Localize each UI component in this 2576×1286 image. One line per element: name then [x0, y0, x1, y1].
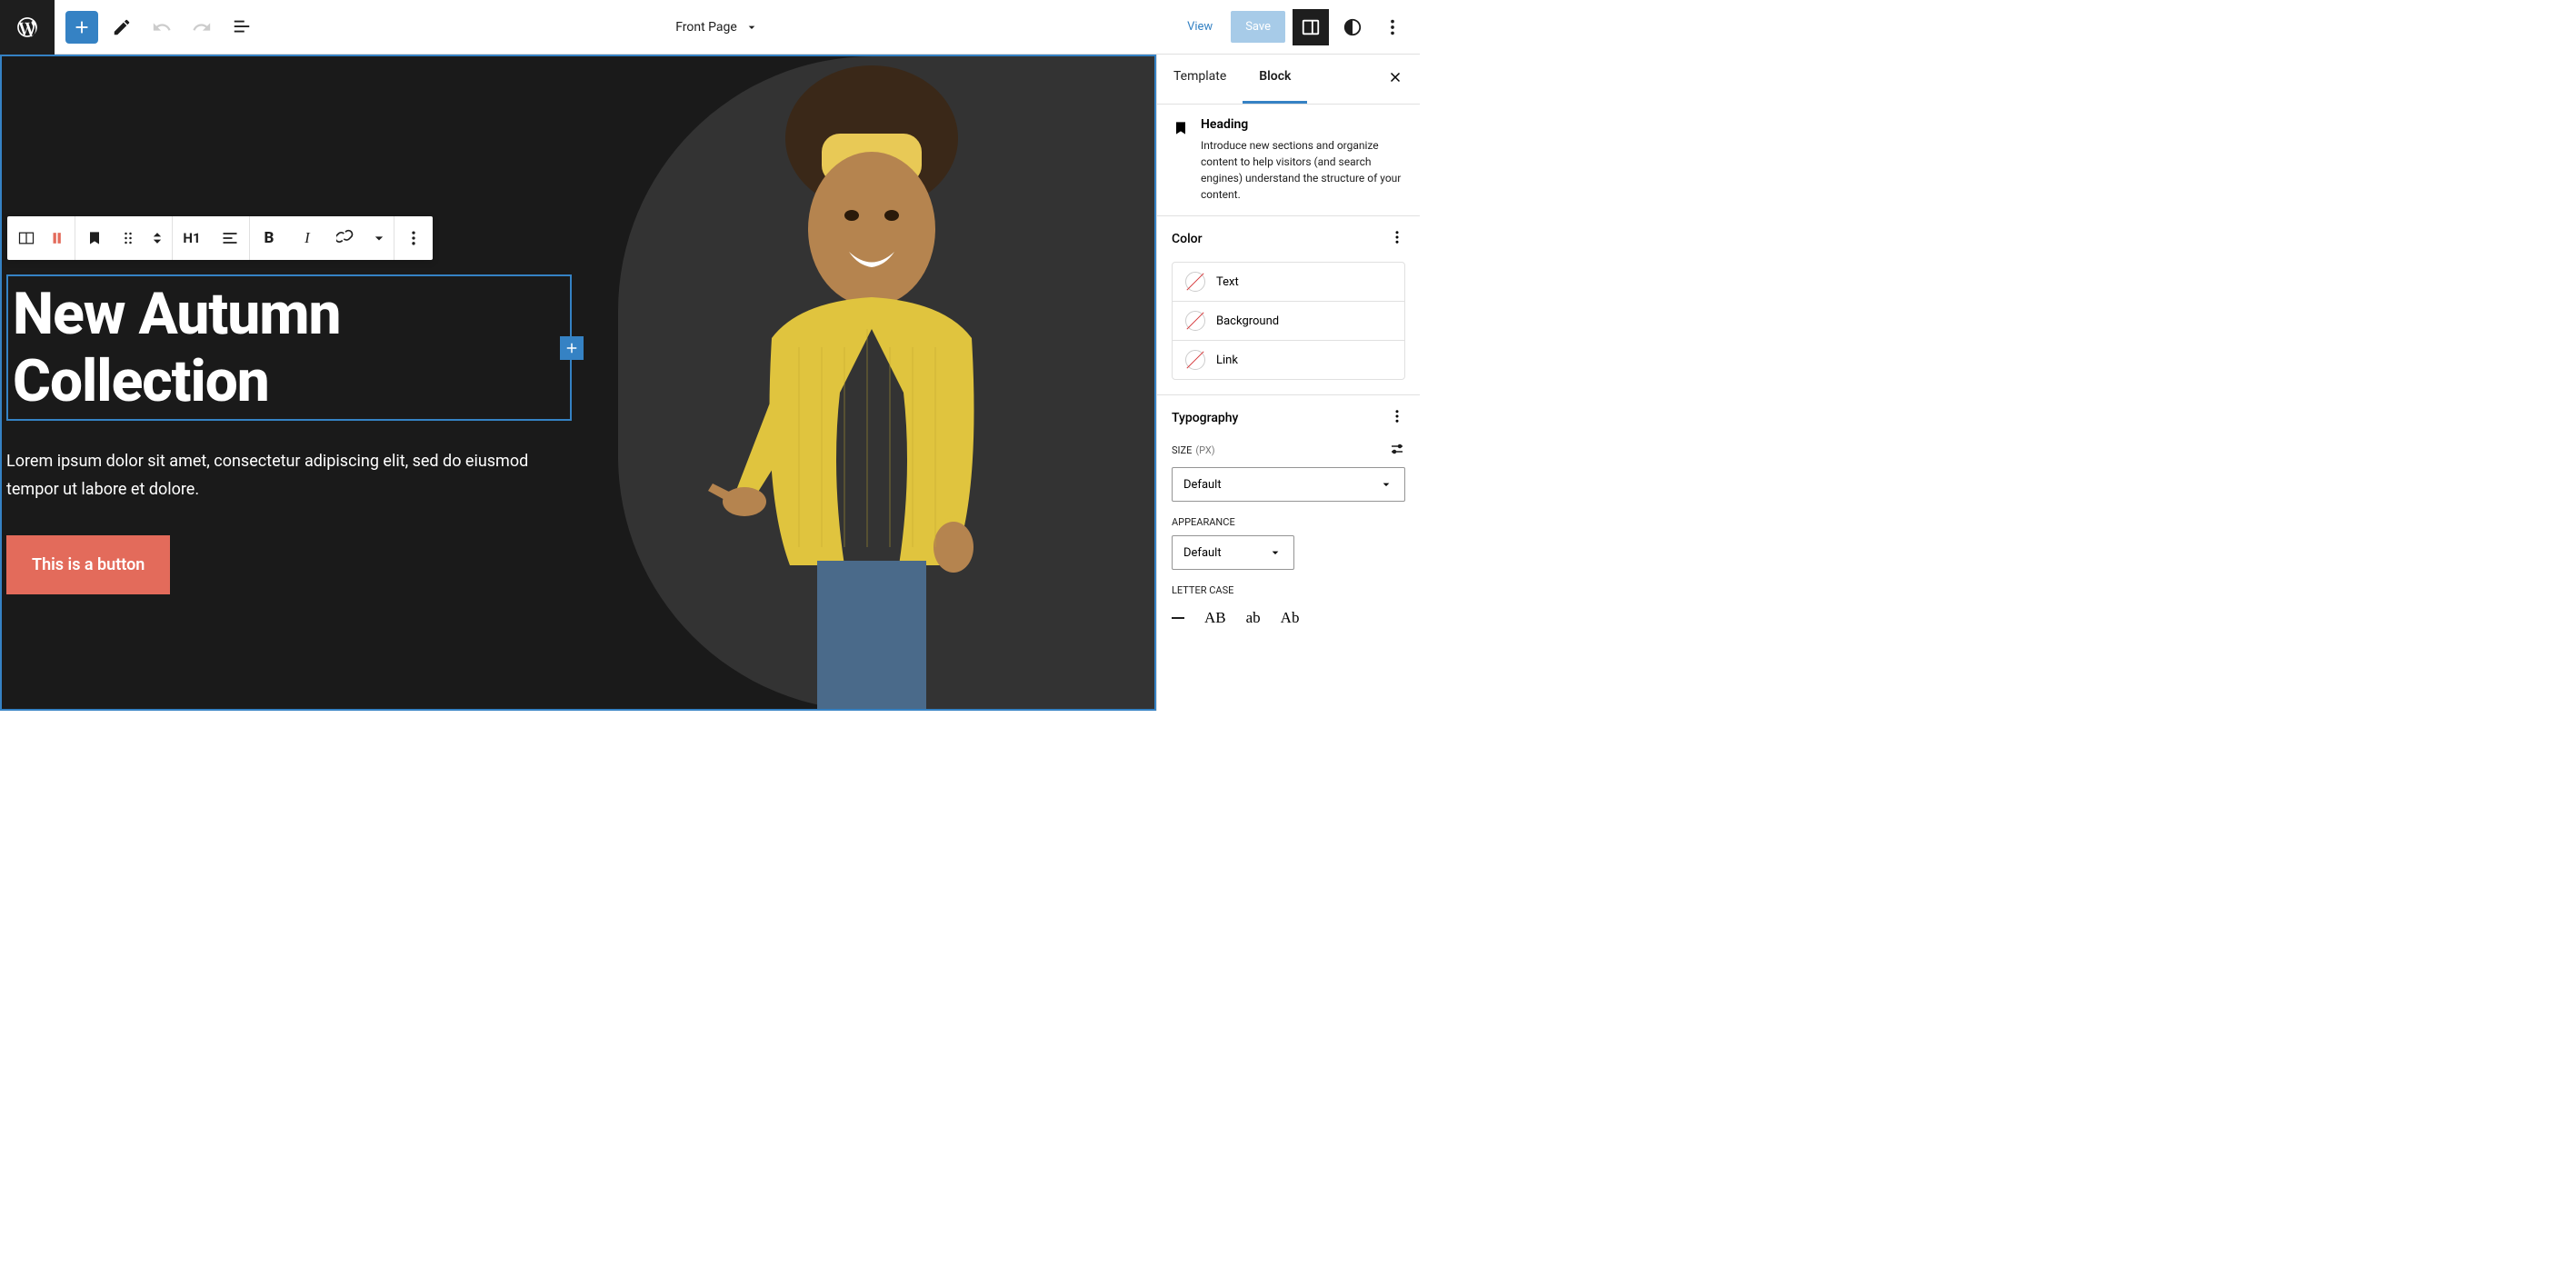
block-options-button[interactable]: [394, 216, 433, 260]
color-options-button[interactable]: [1389, 229, 1405, 249]
paragraph-block[interactable]: Lorem ipsum dolor sit amet, consectetur …: [6, 448, 552, 503]
settings-sidebar: Template Block Heading Introduce new sec…: [1156, 55, 1420, 711]
appearance-select[interactable]: Default: [1172, 535, 1294, 570]
page-title-text: Front Page: [675, 20, 737, 35]
add-block-inline-button[interactable]: [560, 336, 584, 360]
align-button[interactable]: [211, 216, 249, 260]
size-unit: (PX): [1195, 444, 1214, 456]
top-bar: Front Page View Save: [0, 0, 1420, 55]
wordpress-logo[interactable]: [0, 0, 55, 55]
sidebar-tabs: Template Block: [1157, 55, 1420, 105]
color-section-title: Color: [1172, 232, 1203, 246]
canvas-left-column: New Autumn Collection Lorem ipsum dolor …: [2, 56, 590, 709]
save-button: Save: [1231, 11, 1285, 43]
heading-icon: [1172, 117, 1190, 203]
empty-swatch-icon: [1185, 272, 1205, 292]
heading-block[interactable]: New Autumn Collection: [6, 274, 572, 421]
chevron-down-icon: [744, 20, 759, 35]
link-button[interactable]: [326, 216, 364, 260]
main-area: H1 B I New Autumn Collection: [0, 55, 1420, 711]
letter-case-capitalize[interactable]: Ab: [1281, 609, 1300, 627]
heading-block-icon[interactable]: [75, 216, 114, 260]
parent-block-icon[interactable]: [45, 216, 75, 260]
close-sidebar-button[interactable]: [1371, 55, 1420, 104]
typography-options-button[interactable]: [1389, 408, 1405, 428]
font-size-select[interactable]: Default: [1172, 467, 1405, 502]
block-title-label: Heading: [1201, 117, 1405, 132]
heading-level-button[interactable]: H1: [173, 216, 211, 260]
italic-button[interactable]: I: [288, 216, 326, 260]
column-block-icon[interactable]: [7, 216, 45, 260]
document-overview-button[interactable]: [225, 11, 258, 44]
block-toolbar: H1 B I: [7, 216, 433, 260]
block-info-section: Heading Introduce new sections and organ…: [1157, 105, 1420, 216]
typography-section-title: Typography: [1172, 411, 1238, 425]
move-updown-button[interactable]: [143, 216, 172, 260]
page-title-area[interactable]: Front Page: [269, 20, 1165, 35]
appearance-label: APPEARANCE: [1172, 516, 1235, 528]
options-menu-button[interactable]: [1376, 11, 1409, 44]
empty-swatch-icon: [1185, 311, 1205, 331]
letter-case-row: AB ab Ab: [1172, 603, 1405, 633]
size-custom-toggle[interactable]: [1389, 441, 1405, 460]
letter-case-upper[interactable]: AB: [1204, 609, 1226, 627]
person-illustration: [663, 56, 1081, 711]
color-background-button[interactable]: Background: [1173, 302, 1404, 341]
typography-panel: Typography SIZE (PX) Default: [1157, 395, 1420, 645]
size-label: SIZE: [1172, 444, 1192, 456]
block-description: Introduce new sections and organize cont…: [1201, 137, 1405, 203]
settings-panel-toggle[interactable]: [1293, 9, 1329, 45]
undo-button[interactable]: [145, 11, 178, 44]
color-list: Text Background Link: [1172, 262, 1405, 380]
color-link-button[interactable]: Link: [1173, 341, 1404, 379]
bold-button[interactable]: B: [250, 216, 288, 260]
top-left-controls: [55, 11, 269, 44]
letter-case-lower[interactable]: ab: [1246, 609, 1261, 627]
chevron-down-icon: [1379, 477, 1393, 492]
edit-mode-button[interactable]: [105, 11, 138, 44]
letter-case-none[interactable]: [1172, 617, 1184, 619]
view-button[interactable]: View: [1176, 13, 1223, 41]
hero-image[interactable]: [590, 56, 1155, 709]
cta-button[interactable]: This is a button: [6, 535, 170, 594]
color-text-button[interactable]: Text: [1173, 263, 1404, 302]
color-panel: Color Text Background Link: [1157, 216, 1420, 395]
add-block-button[interactable]: [65, 11, 98, 44]
letter-case-label: LETTER CASE: [1172, 584, 1233, 596]
redo-button[interactable]: [185, 11, 218, 44]
tab-block[interactable]: Block: [1243, 55, 1307, 104]
canvas-content: New Autumn Collection Lorem ipsum dolor …: [2, 56, 1154, 709]
heading-text[interactable]: New Autumn Collection: [13, 281, 565, 414]
chevron-down-icon: [1268, 545, 1283, 560]
tab-template[interactable]: Template: [1157, 55, 1243, 104]
styles-button[interactable]: [1336, 11, 1369, 44]
top-right-controls: View Save: [1165, 9, 1420, 45]
more-formatting-button[interactable]: [364, 216, 394, 260]
empty-swatch-icon: [1185, 350, 1205, 370]
editor-canvas[interactable]: H1 B I New Autumn Collection: [0, 55, 1156, 711]
drag-handle[interactable]: [114, 216, 143, 260]
canvas-right-column: [590, 56, 1155, 709]
